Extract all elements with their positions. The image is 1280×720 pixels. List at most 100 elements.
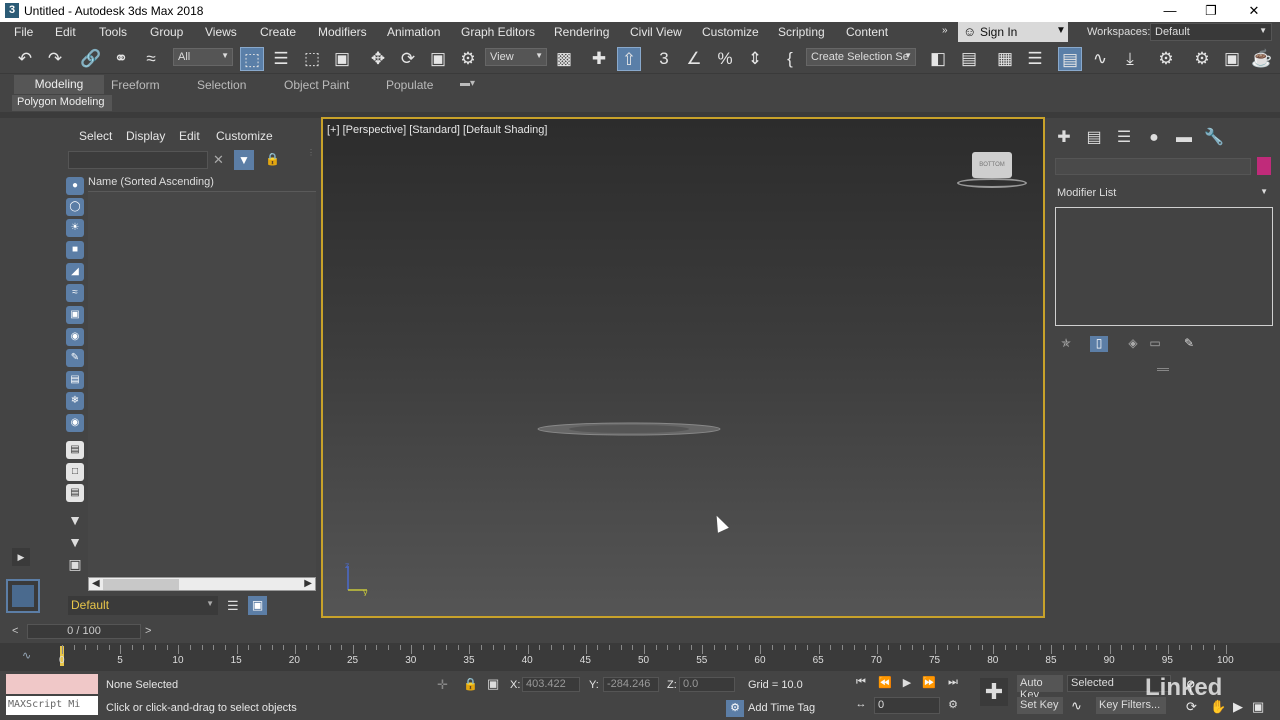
select-by-name-icon[interactable]: ☰ (269, 47, 293, 71)
maximize-viewport-icon[interactable]: ▣ (1252, 699, 1264, 715)
rendered-frame-window-icon[interactable]: ▣ (1220, 47, 1244, 71)
display-cameras-icon[interactable]: ■ (66, 241, 84, 259)
bind-space-warp-icon[interactable]: ≈ (139, 47, 163, 71)
select-manipulate-icon[interactable]: ✚ (587, 47, 611, 71)
display-helpers-icon[interactable]: ◢ (66, 263, 84, 281)
perspective-viewport[interactable] (321, 117, 1045, 618)
x-coord-field[interactable]: 403.422 (522, 677, 580, 692)
z-coord-field[interactable]: 0.0 (679, 677, 735, 692)
window-crossing-icon[interactable]: ▣ (330, 47, 354, 71)
sort-by-hierarchy-icon[interactable]: ▣ (248, 596, 267, 615)
close-button[interactable]: ✕ (1240, 2, 1268, 20)
menu-file[interactable]: File (14, 25, 33, 39)
polygon-modeling-panel[interactable]: Polygon Modeling (12, 95, 112, 111)
time-slider[interactable]: 0 / 100 (27, 624, 141, 639)
modify-tab-icon[interactable]: ▤ (1084, 128, 1104, 148)
ribbon-options-icon[interactable]: ▬▾ (460, 78, 475, 89)
maxscript-listener-output[interactable] (6, 674, 98, 694)
tab-freeform[interactable]: Freeform (111, 78, 160, 92)
column-header-name[interactable]: Name (Sorted Ascending) (88, 176, 214, 188)
pivot-center-icon[interactable]: ▩ (552, 47, 576, 71)
menu-customize[interactable]: Customize (702, 25, 759, 39)
toggle-scene-explorer-icon[interactable]: ▦ (993, 47, 1017, 71)
show-end-result-icon[interactable]: ▯ (1090, 336, 1108, 352)
selection-lock-icon[interactable]: 🔒 (463, 677, 478, 691)
modifier-stack[interactable] (1055, 207, 1273, 326)
current-layer-field[interactable]: Default ▼ (68, 596, 218, 615)
toggle-ribbon-icon[interactable]: ▤ (1058, 47, 1082, 71)
tab-object-paint[interactable]: Object Paint (284, 78, 349, 92)
unlink-icon[interactable]: ⚭ (109, 47, 133, 71)
configure-columns-icon[interactable]: ▣ (66, 555, 84, 573)
make-unique-icon[interactable]: ◈ (1124, 336, 1142, 352)
render-production-icon[interactable]: ☕ (1250, 47, 1274, 71)
clear-search-icon[interactable]: ✕ (213, 152, 224, 168)
panel-resize-handle[interactable] (1157, 368, 1169, 371)
link-icon[interactable]: 🔗 (79, 47, 103, 71)
scroll-left-icon[interactable]: ◀ (92, 578, 100, 589)
reference-coordinate-dropdown[interactable]: View ▼ (485, 48, 547, 66)
utilities-tab-icon[interactable]: 🔧 (1204, 128, 1224, 148)
modifier-list-dropdown[interactable]: Modifier List ▼ (1054, 185, 1273, 202)
snaps-toggle-icon[interactable]: 3 (652, 47, 676, 71)
filter-funnel-icon[interactable]: ▼ (66, 533, 84, 551)
tab-modeling[interactable]: Modeling (14, 75, 104, 94)
menu-overflow-icon[interactable]: » (942, 25, 948, 36)
menu-tools[interactable]: Tools (99, 25, 127, 39)
play-animation-icon[interactable]: ▶ (898, 676, 916, 692)
align-icon[interactable]: ▤ (957, 47, 981, 71)
viewport-label[interactable]: [+] [Perspective] [Standard] [Default Sh… (327, 124, 547, 136)
render-setup-icon[interactable]: ⚙ (1190, 47, 1214, 71)
time-configuration-icon[interactable]: ⚙ (944, 698, 962, 714)
curve-editor-icon[interactable]: ∿ (1088, 47, 1112, 71)
display-tab-icon[interactable]: ▬ (1174, 128, 1194, 148)
display-space-warps-icon[interactable]: ≈ (66, 284, 84, 302)
filter-options-icon[interactable]: ▼ (66, 511, 84, 529)
minimize-button[interactable]: — (1156, 2, 1184, 20)
y-coord-field[interactable]: -284.246 (603, 677, 659, 692)
viewcube-icon[interactable]: BOTTOM (972, 152, 1012, 178)
key-mode-toggle-icon[interactable]: ↔ (852, 698, 870, 714)
se-menu-select[interactable]: Select (79, 129, 112, 143)
toggle-layer-explorer-icon[interactable]: ☰ (1023, 47, 1047, 71)
keyboard-shortcut-override-icon[interactable]: ⇧ (617, 47, 641, 71)
se-menu-edit[interactable]: Edit (179, 129, 200, 143)
filter-icon[interactable]: ▼ (234, 150, 254, 170)
time-prev-icon[interactable]: < (12, 625, 18, 637)
redo-icon[interactable]: ↷ (43, 47, 67, 71)
scrollbar-thumb[interactable] (103, 579, 179, 590)
isolate-selection-icon[interactable]: ✛ (437, 677, 448, 693)
current-frame-field[interactable]: 0 (874, 697, 940, 714)
add-time-tag-button[interactable]: Add Time Tag (748, 702, 815, 714)
material-editor-icon[interactable]: ⚙ (1154, 47, 1178, 71)
set-keys-icon[interactable]: ✚ (980, 678, 1008, 706)
display-all-icon[interactable]: ▤ (66, 441, 84, 459)
create-tab-icon[interactable]: ✚ (1054, 128, 1074, 148)
viewcube-compass[interactable] (957, 178, 1027, 188)
previous-frame-icon[interactable]: ⏪ (876, 676, 894, 692)
menu-create[interactable]: Create (260, 25, 296, 39)
panel-grip-icon[interactable]: ⋮ (307, 148, 315, 157)
display-hidden-icon[interactable]: ◉ (66, 414, 84, 432)
pin-stack-icon[interactable]: ✯ (1057, 336, 1075, 352)
placement-icon[interactable]: ⚙ (456, 47, 480, 71)
se-menu-customize[interactable]: Customize (216, 129, 273, 143)
default-in-out-tangents-icon[interactable]: ∿ (1071, 698, 1082, 714)
menu-graph-editors[interactable]: Graph Editors (461, 25, 535, 39)
motion-tab-icon[interactable]: ● (1144, 128, 1164, 148)
viewport-layout-button[interactable] (6, 579, 40, 613)
scroll-right-icon[interactable]: ▶ (304, 578, 312, 589)
lock-icon[interactable]: 🔒 (265, 152, 280, 166)
scale-icon[interactable]: ▣ (426, 47, 450, 71)
grid-plane-object[interactable] (537, 422, 721, 436)
object-name-field[interactable] (1055, 158, 1251, 175)
display-particles-icon[interactable]: ❄ (66, 392, 84, 410)
next-frame-icon[interactable]: ⏩ (920, 676, 938, 692)
rotate-icon[interactable]: ⟳ (396, 47, 420, 71)
object-color-swatch[interactable] (1257, 157, 1271, 175)
mirror-icon[interactable]: ◧ (926, 47, 950, 71)
display-groups-icon[interactable]: ▣ (66, 306, 84, 324)
workspace-select[interactable]: Default ▼ (1150, 23, 1272, 41)
menu-rendering[interactable]: Rendering (554, 25, 609, 39)
configure-modifier-sets-icon[interactable]: ✎ (1180, 336, 1198, 352)
